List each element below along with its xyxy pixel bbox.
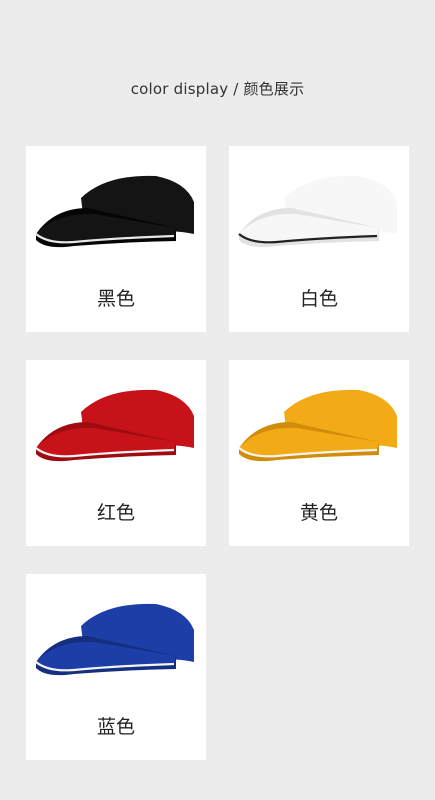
color-card-blue[interactable]: 蓝色	[26, 574, 206, 760]
visor-cap-image	[238, 389, 397, 462]
visor-cap-image	[35, 389, 194, 462]
color-label-yellow: 黄色	[299, 502, 338, 524]
color-label-red: 红色	[96, 502, 135, 524]
color-card-white[interactable]: 白色	[229, 146, 409, 332]
color-card-black[interactable]: 黑色	[26, 146, 206, 332]
color-card-red[interactable]: 红色	[26, 360, 206, 546]
color-label-blue: 蓝色	[96, 716, 135, 738]
visor-cap-image	[238, 175, 397, 248]
color-label-black: 黑色	[96, 288, 135, 310]
color-label-white: 白色	[299, 288, 338, 310]
visor-cap-image	[35, 603, 194, 676]
color-card-yellow[interactable]: 黄色	[229, 360, 409, 546]
visor-cap-image	[35, 175, 194, 248]
page-heading: color display / 颜色展示	[130, 80, 305, 98]
